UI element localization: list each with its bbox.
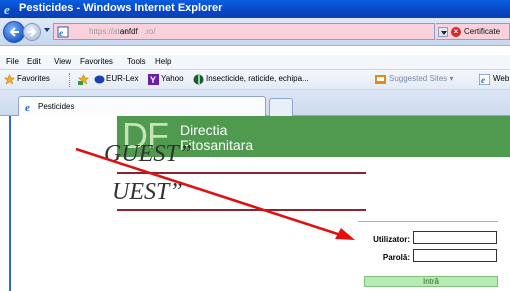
favorites-button[interactable]: Favorites (17, 74, 50, 83)
history-dropdown-icon[interactable] (44, 28, 50, 32)
tab-bar: e Pesticides (0, 90, 510, 116)
address-dropdown-icon[interactable] (438, 27, 448, 37)
tab-label: Pesticides (38, 102, 75, 111)
annotation-text-line1: GUEST” (104, 141, 193, 167)
favorite-link-web[interactable]: Web (493, 74, 509, 83)
url-host: anfdf (120, 27, 138, 36)
password-label: Parolă: (382, 253, 410, 262)
favorite-link-eur-lex[interactable]: EUR-Lex (106, 74, 138, 83)
navigation-bar: e https://atoe. anfdf .ro/ × Certificate (0, 18, 510, 46)
site-name-line1: Directia (180, 122, 228, 138)
username-label: Utilizator: (373, 235, 410, 244)
certificate-label[interactable]: Certificate (464, 27, 500, 36)
menu-bar: File Edit View Favorites Tools Help (0, 55, 510, 70)
svg-text:e: e (59, 28, 63, 38)
annotation-rule-top (117, 172, 366, 174)
web-slice-icon: e (479, 74, 490, 85)
globe-icon (193, 74, 204, 85)
certificate-error-group[interactable]: × Certificate (436, 23, 510, 40)
yahoo-icon: Y (148, 74, 159, 85)
menu-edit[interactable]: Edit (27, 57, 41, 66)
favorite-link-insecticide[interactable]: Insecticide, raticide, echipa... (206, 74, 309, 83)
tab-pesticides[interactable]: e Pesticides (18, 96, 266, 116)
menu-help[interactable]: Help (155, 57, 171, 66)
favorite-link-yahoo[interactable]: Yahoo (161, 74, 184, 83)
certificate-error-icon: × (451, 27, 461, 37)
forward-button[interactable] (23, 23, 41, 41)
password-input[interactable] (413, 249, 497, 262)
forward-arrow-icon (28, 27, 37, 37)
suggested-sites-icon (375, 75, 386, 84)
login-submit-button[interactable]: Intră (364, 276, 498, 287)
add-to-favorites-icon[interactable] (78, 74, 89, 85)
svg-text:Y: Y (150, 75, 156, 85)
tab-page-icon: e (25, 102, 30, 112)
annotation-text-line2: UEST” (112, 179, 183, 205)
favorites-separator (69, 73, 70, 87)
favorites-star-icon (4, 74, 15, 85)
menu-favorites[interactable]: Favorites (80, 57, 113, 66)
window-title: Pesticides - Windows Internet Explorer (19, 2, 223, 14)
favorites-bar: Favorites EUR-Lex Y Yahoo Insecticide, r… (0, 70, 510, 90)
favorite-link-suggested-sites[interactable]: Suggested Sites ▾ (389, 74, 454, 83)
svg-text:e: e (481, 75, 485, 85)
page-icon: e (57, 26, 69, 38)
back-arrow-icon (9, 27, 19, 37)
svg-text:e: e (25, 102, 30, 112)
url-rest: .ro/ (144, 27, 156, 36)
window-left-edge (9, 116, 11, 291)
back-button[interactable] (3, 21, 25, 43)
menu-view[interactable]: View (54, 57, 71, 66)
login-divider (358, 221, 498, 222)
menu-file[interactable]: File (6, 57, 19, 66)
internet-explorer-icon: e (4, 2, 10, 16)
svg-text:e: e (4, 2, 10, 16)
annotation-rule-bottom (117, 209, 366, 211)
login-form: Utilizator: Parolă: Intră (358, 221, 498, 291)
window-title-bar: e Pesticides - Windows Internet Explorer (0, 0, 510, 18)
eur-lex-icon (94, 75, 105, 84)
menu-tools[interactable]: Tools (127, 57, 146, 66)
new-tab-button[interactable] (269, 98, 293, 116)
username-input[interactable] (413, 231, 497, 244)
address-bar[interactable]: e https://atoe. anfdf .ro/ (53, 23, 435, 40)
